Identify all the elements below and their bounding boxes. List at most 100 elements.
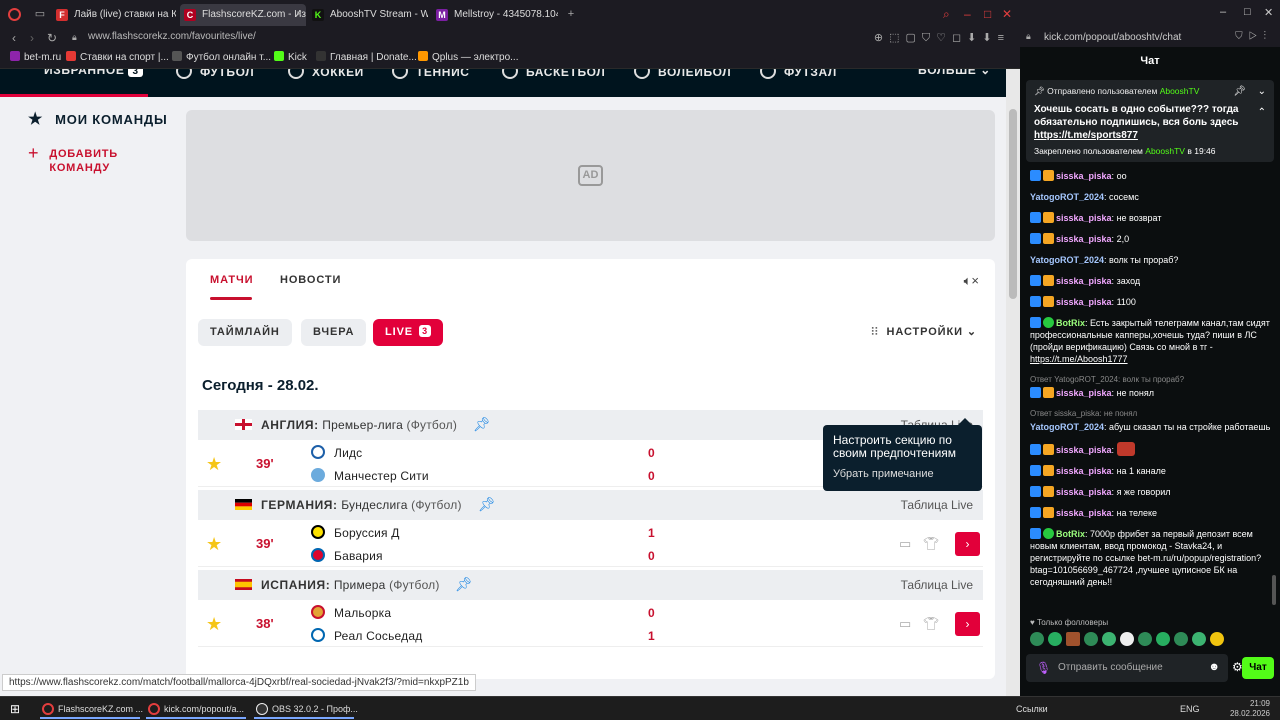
- settings-button[interactable]: ⫶⫶ НАСТРОЙКИ ⌄: [871, 325, 977, 339]
- emote-icon[interactable]: [1192, 632, 1206, 646]
- league-name[interactable]: АНГЛИЯ: Премьер-лига (Футбол): [261, 418, 457, 432]
- ad-banner[interactable]: AD: [186, 110, 995, 241]
- tv-icon[interactable]: ▭: [899, 536, 911, 552]
- chat-username[interactable]: YatogoROT_2024: [1030, 192, 1104, 202]
- windows-start-icon[interactable]: ⊞: [10, 702, 20, 716]
- league-header-germany[interactable]: ГЕРМАНИЯ: Бундеслига (Футбол) 📌︎ Таблица…: [198, 490, 983, 520]
- back-icon[interactable]: ‹: [12, 31, 16, 45]
- close-icon[interactable]: ×: [296, 4, 302, 26]
- lock-icon[interactable]: 🔒︎: [1026, 31, 1031, 42]
- nav-tennis[interactable]: ТЕННИС: [392, 69, 470, 79]
- my-teams-link[interactable]: ★ МОИ КОМАНДЫ: [28, 109, 178, 129]
- maximize-icon[interactable]: □: [984, 8, 991, 20]
- minimize-icon[interactable]: –: [964, 8, 971, 20]
- chat-username[interactable]: sisska_piska: [1056, 466, 1112, 476]
- league-name[interactable]: ГЕРМАНИЯ: Бундеслига (Футбол): [261, 498, 462, 512]
- minimize-icon[interactable]: –: [1220, 6, 1226, 18]
- url-field[interactable]: www.flashscorekz.com/favourites/live/: [88, 31, 256, 42]
- match-row[interactable]: ★ 39' Боруссия Д Бавария 1 0 ▭ 👕︎ ›: [198, 521, 983, 567]
- nav-favourites[interactable]: ИЗБРАННОЕ 3: [44, 69, 143, 77]
- tab-news[interactable]: НОВОСТИ: [280, 274, 341, 286]
- pin-icon[interactable]: 📌︎: [478, 496, 496, 513]
- forward-icon[interactable]: ›: [30, 31, 34, 45]
- bookmark-qplus[interactable]: Qplus — электро...: [418, 51, 518, 63]
- page-scrollbar[interactable]: [1006, 69, 1020, 696]
- nav-volleyball[interactable]: ВОЛЕЙБОЛ: [634, 69, 731, 79]
- language-indicator[interactable]: ENG: [1180, 704, 1200, 714]
- chat-username[interactable]: YatogoROT_2024: [1030, 255, 1104, 265]
- bookmark-stavki[interactable]: Ставки на спорт |...: [66, 51, 169, 63]
- nav-futsal[interactable]: ФУТЗАЛ: [760, 69, 837, 79]
- send-chat-button[interactable]: Чат: [1242, 657, 1274, 679]
- shirt-icon[interactable]: 👕︎: [923, 616, 940, 632]
- favourite-star-icon[interactable]: ★: [206, 534, 222, 555]
- emoji-icon[interactable]: ☻: [1208, 661, 1220, 673]
- match-detail-button[interactable]: ›: [955, 532, 980, 556]
- pinned-message[interactable]: 📌︎ Отправлено пользователем AbooshTV 📌︎ …: [1026, 80, 1274, 162]
- lock-icon[interactable]: 🔒︎: [72, 32, 77, 43]
- chat-username[interactable]: sisska_piska: [1056, 213, 1112, 223]
- opera-logo-icon[interactable]: [8, 8, 21, 21]
- links-toolbar[interactable]: Ссылки: [1016, 704, 1048, 714]
- favourite-star-icon[interactable]: ★: [206, 614, 222, 635]
- reload-icon[interactable]: ↻: [47, 31, 57, 45]
- emote-icon[interactable]: [1084, 632, 1098, 646]
- taskbar-app-kick[interactable]: kick.com/popout/a...: [146, 699, 246, 719]
- tv-icon[interactable]: ▭: [899, 616, 911, 632]
- toolbar-icons[interactable]: ⊕⬚▢⛉♡◻⬇⬇≡: [874, 31, 1010, 45]
- nav-hockey[interactable]: ХОККЕЙ: [288, 69, 364, 79]
- chat-username[interactable]: sisska_piska: [1056, 388, 1112, 398]
- emote-icon[interactable]: [1156, 632, 1170, 646]
- reply-context[interactable]: Ответ sisska_piska: не понял: [1030, 408, 1276, 420]
- filter-live[interactable]: LIVE 3: [373, 319, 443, 346]
- taskbar-app-flashscore[interactable]: FlashscoreKZ.com ...: [40, 699, 143, 719]
- dismiss-tooltip-button[interactable]: Убрать примечание: [833, 468, 972, 480]
- pin-icon[interactable]: 📌︎: [455, 576, 473, 593]
- chat-username[interactable]: sisska_piska: [1056, 487, 1112, 497]
- chat-message-input[interactable]: 🎙︎ Отправить сообщение ☻: [1026, 654, 1228, 682]
- bookmark-donate[interactable]: Главная | Donate...: [316, 51, 417, 63]
- emote-icon[interactable]: [1138, 632, 1152, 646]
- table-live-link[interactable]: Таблица Live: [901, 578, 973, 592]
- maximize-icon[interactable]: □: [1244, 6, 1251, 18]
- chat-username[interactable]: sisska_piska: [1056, 297, 1112, 307]
- taskbar-app-obs[interactable]: OBS 32.0.2 - Проф...: [254, 699, 358, 719]
- chat-username[interactable]: YatogoROT_2024: [1030, 422, 1104, 432]
- chat-link[interactable]: https://t.me/Aboosh1777: [1030, 354, 1128, 364]
- reply-context[interactable]: Ответ YatogoROT_2024: волк ты прораб?: [1030, 374, 1276, 386]
- match-detail-button[interactable]: ›: [955, 612, 980, 636]
- chat-username[interactable]: sisska_piska: [1056, 234, 1112, 244]
- pinned-link[interactable]: https://t.me/sports877: [1034, 130, 1138, 141]
- scrollbar-thumb[interactable]: [1009, 109, 1017, 299]
- nav-basketball[interactable]: БАСКЕТБОЛ: [502, 69, 605, 79]
- close-window-icon[interactable]: ✕: [1002, 8, 1012, 20]
- workspaces-icon[interactable]: ▭: [34, 8, 46, 20]
- pin-icon[interactable]: 📌︎: [1233, 86, 1246, 97]
- chat-url-field[interactable]: kick.com/popout/abooshtv/chat: [1044, 32, 1181, 43]
- close-window-icon[interactable]: ✕: [1264, 6, 1273, 19]
- pin-icon[interactable]: 📌︎: [473, 416, 491, 433]
- emote-icon[interactable]: [1210, 632, 1224, 646]
- toolbar-icons[interactable]: ⛉▷⋮: [1235, 31, 1272, 42]
- chat-username[interactable]: BotRix: [1056, 318, 1085, 328]
- chevron-up-icon[interactable]: ⌃: [1258, 107, 1266, 118]
- bookmark-football[interactable]: Футбол онлайн т...: [172, 51, 271, 63]
- filter-yesterday[interactable]: ВЧЕРА: [301, 319, 367, 346]
- mute-icon[interactable]: 🔈︎×: [964, 273, 979, 289]
- emote-icon[interactable]: [1120, 632, 1134, 646]
- chat-username[interactable]: sisska_piska: [1056, 276, 1112, 286]
- add-team-button[interactable]: + ДОБАВИТЬ КОМАНДУ: [28, 144, 178, 175]
- chevron-down-icon[interactable]: ⌄: [1258, 86, 1266, 97]
- shirt-icon[interactable]: 👕︎: [923, 536, 940, 552]
- emote-icon[interactable]: [1066, 632, 1080, 646]
- match-row[interactable]: ★ 38' Мальорка Реал Сосьедад 0 1 ▭ 👕︎ ›: [198, 601, 983, 647]
- emote-icon[interactable]: [1030, 632, 1044, 646]
- league-name[interactable]: ИСПАНИЯ: Примера (Футбол): [261, 578, 440, 592]
- chat-username[interactable]: BotRix: [1056, 529, 1085, 539]
- chat-scrollbar[interactable]: [1272, 575, 1276, 605]
- tab-mellstroy[interactable]: M Mellstroy - 4345078.1047: [432, 4, 558, 26]
- emote-icon[interactable]: [1048, 632, 1062, 646]
- favourite-star-icon[interactable]: ★: [206, 454, 222, 475]
- clock[interactable]: 21:09 28.02.2026: [1230, 699, 1270, 719]
- chat-username[interactable]: sisska_piska: [1056, 445, 1112, 455]
